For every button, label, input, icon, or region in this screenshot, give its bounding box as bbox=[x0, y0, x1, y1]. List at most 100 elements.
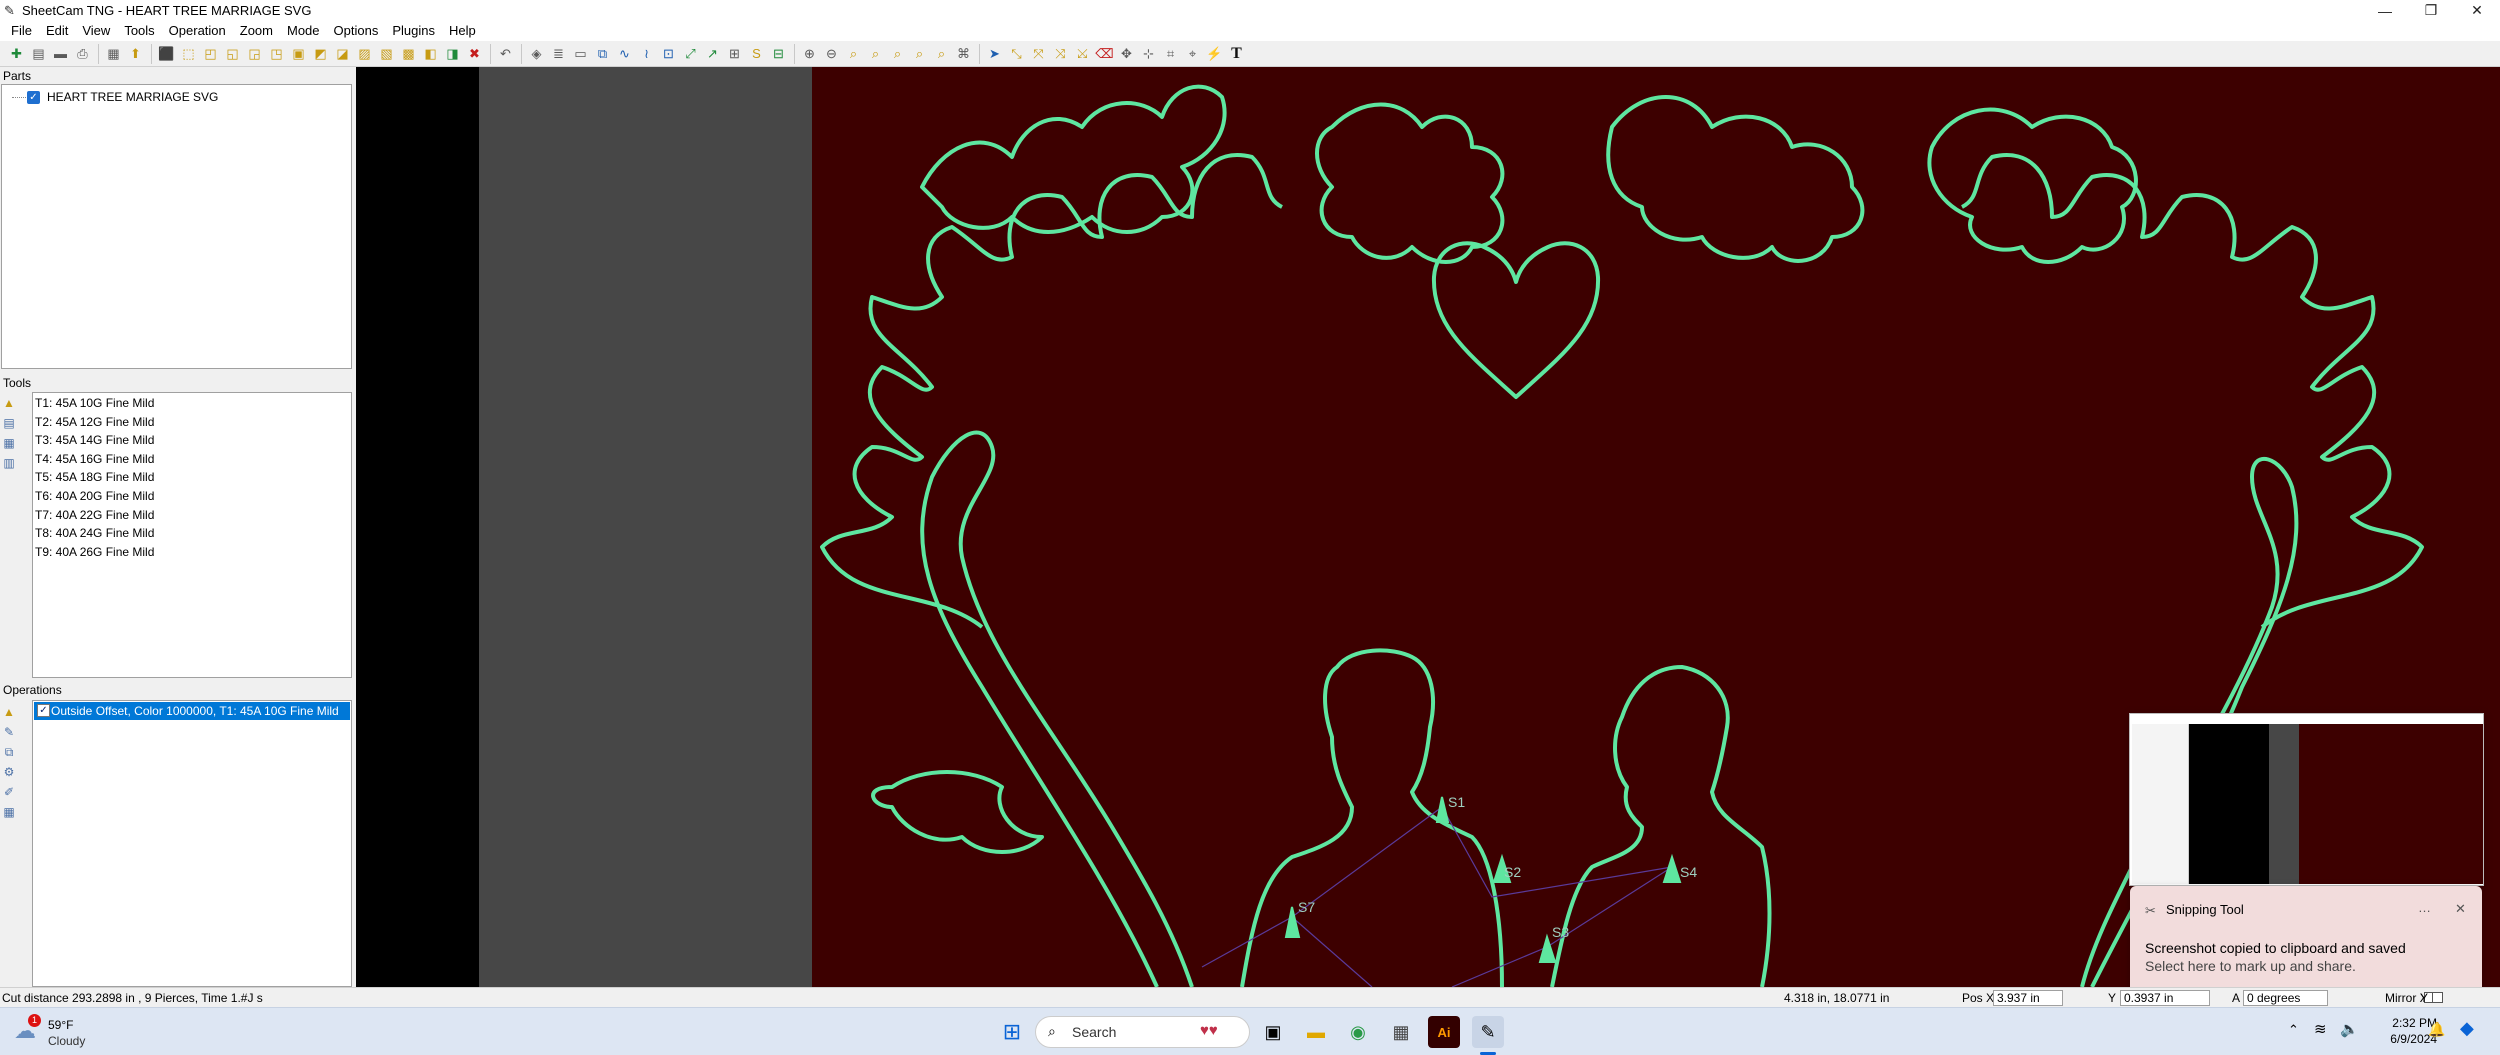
print-icon[interactable]: ⎙ bbox=[72, 43, 93, 64]
save-job-icon[interactable]: ▬ bbox=[50, 43, 71, 64]
op-engrave-icon[interactable]: ◳ bbox=[266, 43, 287, 64]
calculator-app-icon[interactable]: ▦ bbox=[1385, 1016, 1417, 1048]
menu-help[interactable]: Help bbox=[442, 21, 483, 41]
fit-icon[interactable]: ⌖ bbox=[1182, 43, 1203, 64]
move-start-icon[interactable]: ⤨ bbox=[1050, 43, 1071, 64]
rotate-icon[interactable]: ⊹ bbox=[1138, 43, 1159, 64]
edit-operation-icon[interactable]: ✎ bbox=[0, 723, 18, 741]
tool-item-t8[interactable]: T8: 40A 24G Fine Mild bbox=[35, 524, 154, 543]
tool-table-icon[interactable]: ▦ bbox=[0, 434, 18, 452]
tool-item-t5[interactable]: T5: 45A 18G Fine Mild bbox=[35, 468, 154, 487]
open-job-icon[interactable]: ▤ bbox=[28, 43, 49, 64]
menu-options[interactable]: Options bbox=[327, 21, 386, 41]
operation-settings-icon[interactable]: ⚙ bbox=[0, 763, 18, 781]
zoom-sheet-icon[interactable]: ⌕ bbox=[909, 43, 930, 64]
zoom-in-icon[interactable]: ⊕ bbox=[799, 43, 820, 64]
edit-start-icon[interactable]: ⤧ bbox=[1028, 43, 1049, 64]
stack-icon[interactable]: ≣ bbox=[548, 43, 569, 64]
sheetcam-taskbar-icon[interactable]: ✎ bbox=[1472, 1016, 1504, 1048]
y-field[interactable]: 0.3937 in bbox=[2120, 990, 2210, 1006]
add-tool-icon[interactable]: ▲ bbox=[0, 394, 18, 412]
path-alt-icon[interactable]: ≀ bbox=[636, 43, 657, 64]
delete-start-icon[interactable]: ⌫ bbox=[1094, 43, 1115, 64]
zoom-window-icon[interactable]: ⌕ bbox=[843, 43, 864, 64]
select-start-icon[interactable]: ⤡ bbox=[1006, 43, 1027, 64]
tool-item-t3[interactable]: T3: 45A 14G Fine Mild bbox=[35, 431, 154, 450]
menu-tools[interactable]: Tools bbox=[117, 21, 161, 41]
new-job-icon[interactable]: ✚ bbox=[6, 43, 27, 64]
copilot-icon[interactable]: ◆ bbox=[2460, 1018, 2474, 1039]
layers-icon[interactable]: ◈ bbox=[526, 43, 547, 64]
nest-icon[interactable]: ⧉ bbox=[592, 43, 613, 64]
tool-item-t2[interactable]: T2: 45A 12G Fine Mild bbox=[35, 413, 154, 432]
move-icon[interactable]: ✥ bbox=[1116, 43, 1137, 64]
tool-item-t1[interactable]: T1: 45A 10G Fine Mild bbox=[35, 394, 154, 413]
wifi-icon[interactable]: ≋ bbox=[2314, 1020, 2327, 1038]
undo-icon[interactable]: ↶ bbox=[495, 43, 516, 64]
task-view-icon[interactable]: ▣ bbox=[1257, 1016, 1289, 1048]
add-operation-icon[interactable]: ▲ bbox=[0, 703, 18, 721]
op-edit-icon[interactable]: ◧ bbox=[420, 43, 441, 64]
menu-zoom[interactable]: Zoom bbox=[233, 21, 280, 41]
select-arrow-icon[interactable]: ➤ bbox=[984, 43, 1005, 64]
zoom-extents-icon[interactable]: ⌕ bbox=[887, 43, 908, 64]
part-item[interactable]: HEART TREE MARRIAGE SVG bbox=[47, 88, 218, 107]
snap-icon[interactable]: S bbox=[746, 43, 767, 64]
snipping-tool-toast[interactable]: ✂ Snipping Tool … ✕ Screenshot copied to… bbox=[2130, 886, 2482, 994]
illustrator-icon[interactable]: Ai bbox=[1428, 1016, 1460, 1048]
start-button[interactable]: ⊞ bbox=[996, 1016, 1028, 1048]
operation-table-icon[interactable]: ▦ bbox=[0, 803, 18, 821]
menu-plugins[interactable]: Plugins bbox=[385, 21, 442, 41]
menu-file[interactable]: File bbox=[4, 21, 39, 41]
part-checkbox[interactable]: ✓ bbox=[27, 91, 40, 104]
volume-icon[interactable]: 🔈 bbox=[2340, 1020, 2359, 1038]
toast-more-icon[interactable]: … bbox=[2418, 900, 2431, 915]
view-3d-icon[interactable]: ⌘ bbox=[953, 43, 974, 64]
op-router-icon[interactable]: ▧ bbox=[376, 43, 397, 64]
menu-mode[interactable]: Mode bbox=[280, 21, 327, 41]
toast-close-icon[interactable]: ✕ bbox=[2455, 901, 2466, 917]
brush-icon[interactable]: ✐ bbox=[0, 783, 18, 801]
zoom-part-icon[interactable]: ⌕ bbox=[865, 43, 886, 64]
angle-field[interactable]: 0 degrees bbox=[2243, 990, 2328, 1006]
op-outside-offset-icon[interactable]: ⬛ bbox=[156, 43, 177, 64]
close-window-button[interactable]: ✕ bbox=[2454, 0, 2500, 21]
menu-edit[interactable]: Edit bbox=[39, 21, 75, 41]
op-laser-icon[interactable]: ▨ bbox=[354, 43, 375, 64]
operation-checkbox[interactable]: ✓ bbox=[37, 704, 50, 717]
file-explorer-icon[interactable]: ▬ bbox=[1300, 1016, 1332, 1048]
screenshot-thumbnail[interactable] bbox=[2129, 713, 2484, 886]
operation-item[interactable]: ✓ Outside Offset, Color 1000000, T1: 45A… bbox=[34, 702, 350, 720]
direction-icon[interactable]: ⤢ bbox=[680, 43, 701, 64]
sequence-icon[interactable]: ⊟ bbox=[768, 43, 789, 64]
menu-view[interactable]: View bbox=[75, 21, 117, 41]
tool-item-t7[interactable]: T7: 40A 22G Fine Mild bbox=[35, 506, 154, 525]
pos-x-field[interactable]: 3.937 in bbox=[1993, 990, 2063, 1006]
zoom-selection-icon[interactable]: ⌕ bbox=[931, 43, 952, 64]
delete-operation-icon[interactable]: ✖ bbox=[464, 43, 485, 64]
tool-item-t9[interactable]: T9: 40A 26G Fine Mild bbox=[35, 543, 154, 562]
tool-item-t6[interactable]: T6: 40A 20G Fine Mild bbox=[35, 487, 154, 506]
maximize-button[interactable]: ❐ bbox=[2408, 0, 2454, 21]
calculator-icon[interactable]: ▦ bbox=[103, 43, 124, 64]
zoom-out-icon[interactable]: ⊖ bbox=[821, 43, 842, 64]
op-on-line-icon[interactable]: ◰ bbox=[200, 43, 221, 64]
text-tool-icon[interactable]: T bbox=[1226, 43, 1247, 64]
notification-bell-icon[interactable]: 🔔 bbox=[2428, 1021, 2445, 1038]
path-icon[interactable]: ∿ bbox=[614, 43, 635, 64]
taskbar-search[interactable]: ⌕ Search ♥♥ bbox=[1035, 1016, 1250, 1048]
lead-icon[interactable]: ↗ bbox=[702, 43, 723, 64]
op-jetcut-icon[interactable]: ◩ bbox=[310, 43, 331, 64]
weather-widget[interactable]: ☁ 1 59°F Cloudy bbox=[14, 1014, 104, 1050]
edit-tool-icon[interactable]: ▤ bbox=[0, 414, 18, 432]
start-point-icon[interactable]: ⊡ bbox=[658, 43, 679, 64]
op-inside-offset-icon[interactable]: ⬚ bbox=[178, 43, 199, 64]
mirror-y-checkbox[interactable] bbox=[2432, 992, 2443, 1003]
op-tapping-icon[interactable]: ▣ bbox=[288, 43, 309, 64]
plugin-icon[interactable]: ⚡ bbox=[1204, 43, 1225, 64]
op-enable-icon[interactable]: ◨ bbox=[442, 43, 463, 64]
tabs-icon[interactable]: ⊞ bbox=[724, 43, 745, 64]
op-plasma-icon[interactable]: ◪ bbox=[332, 43, 353, 64]
copy-operation-icon[interactable]: ⧉ bbox=[0, 743, 18, 761]
tray-overflow-icon[interactable]: ⌃ bbox=[2288, 1022, 2299, 1038]
